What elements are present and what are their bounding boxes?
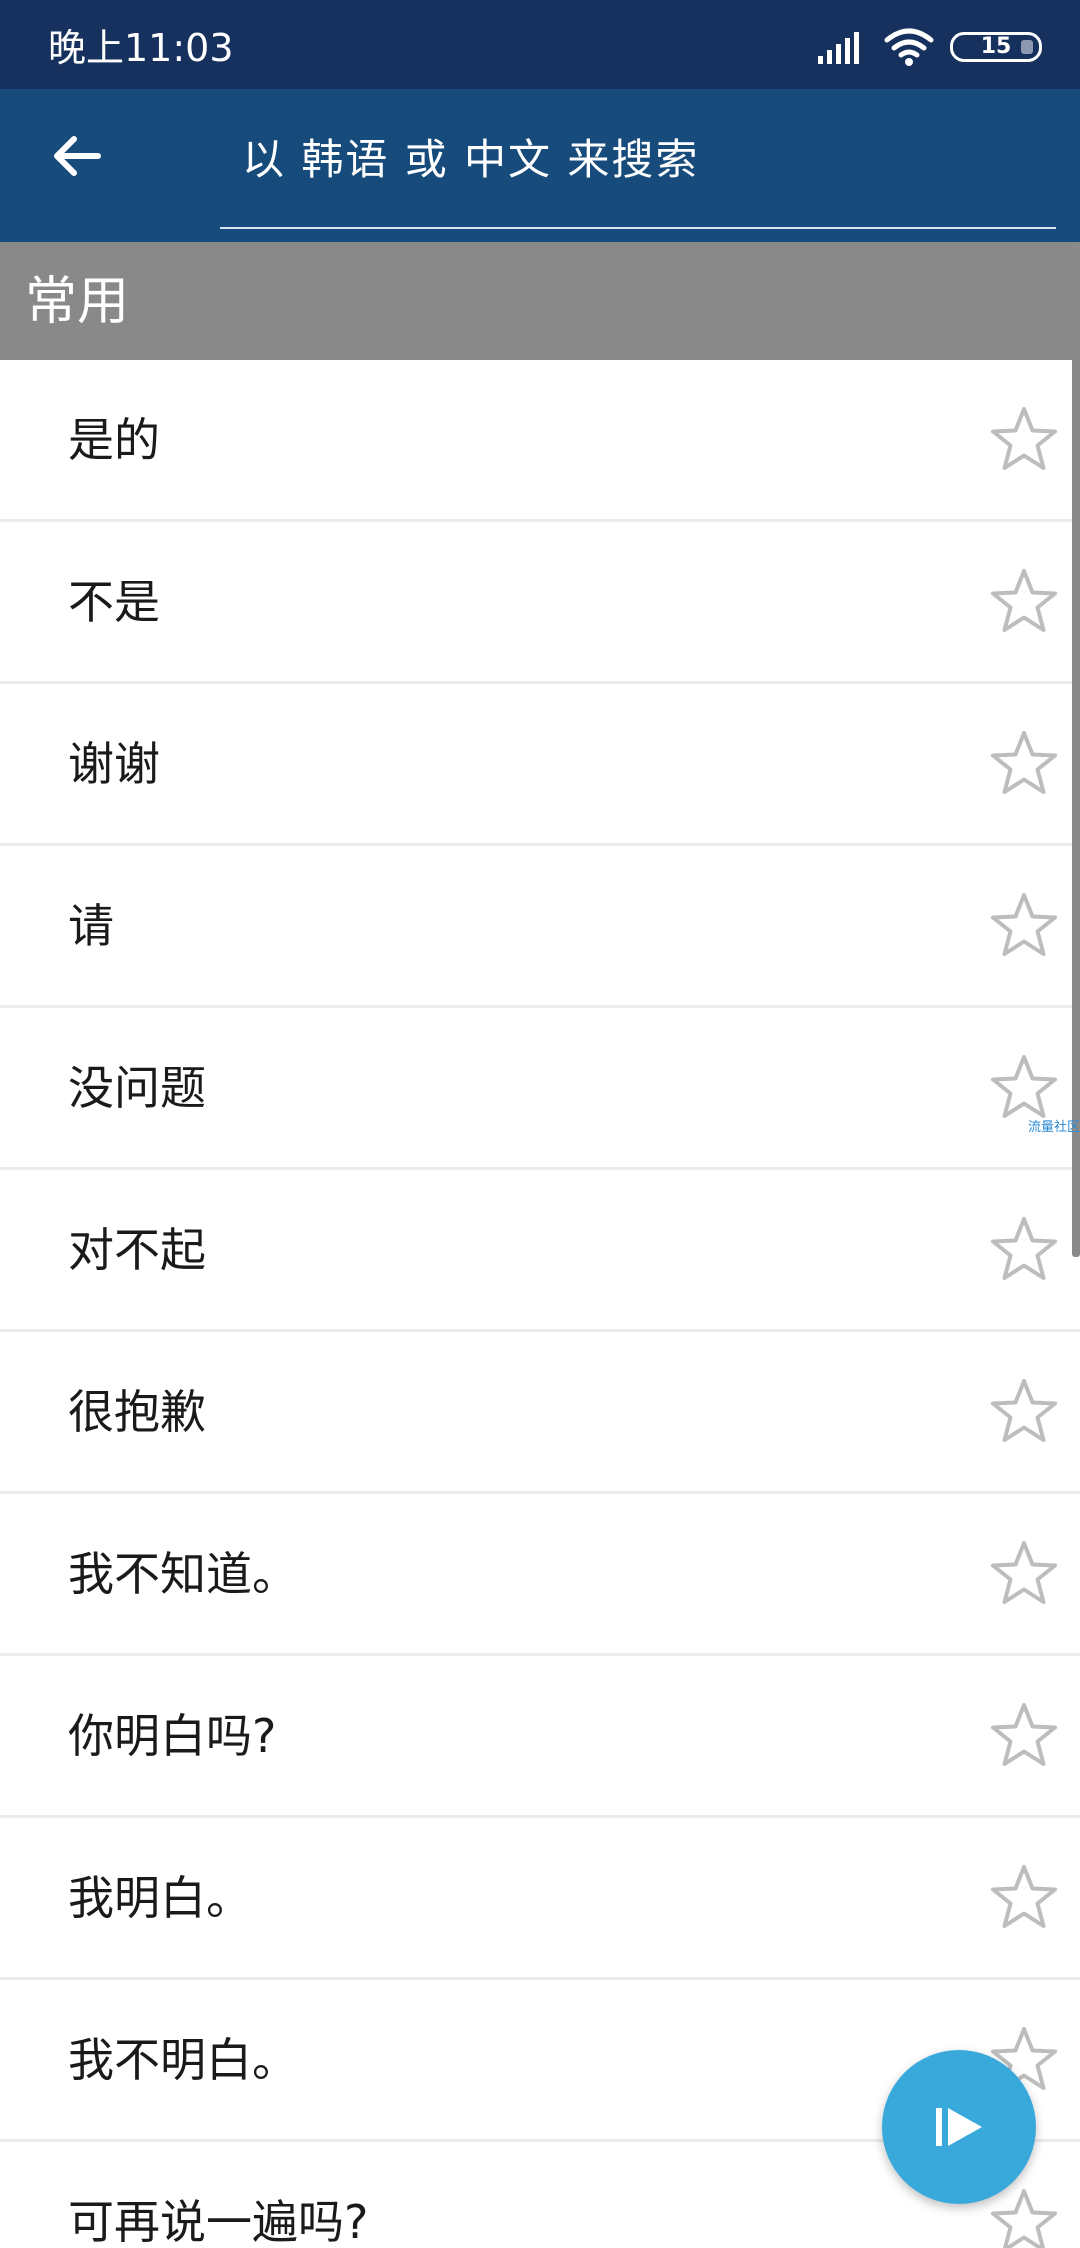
section-title: 常用 — [25, 272, 130, 332]
signal-icon — [818, 32, 859, 64]
search-underline — [220, 227, 1056, 229]
star-outline-icon[interactable] — [988, 1538, 1060, 1610]
star-outline-icon[interactable] — [988, 1052, 1060, 1124]
phrase-item[interactable]: 对不起 — [0, 1170, 1080, 1332]
phrase-item[interactable]: 谢谢 — [0, 684, 1080, 846]
watermark-text: 流量社区 — [1027, 1120, 1080, 1135]
screen: 晚上11:03 15 以 韩语 或 中文 来搜索 常用 是的 不是 谢谢 请 没… — [0, 0, 1080, 2248]
phrase-text: 不是 — [68, 575, 160, 629]
phrase-text: 我不明白。 — [68, 2033, 298, 2087]
phrase-list: 是的 不是 谢谢 请 没问题 对不起 很抱歉 我不知道。 你明白吗? 我明白。 … — [0, 360, 1080, 2248]
star-outline-icon[interactable] — [988, 2186, 1060, 2248]
status-bar: 晚上11:03 15 — [0, 0, 1080, 89]
phrase-item[interactable]: 很抱歉 — [0, 1332, 1080, 1494]
phrase-text: 请 — [68, 899, 114, 953]
phrase-text: 是的 — [68, 413, 160, 467]
section-header: 常用 — [0, 242, 1080, 360]
battery-fill — [1021, 40, 1033, 54]
phrase-item[interactable]: 没问题 — [0, 1008, 1080, 1170]
play-button[interactable] — [882, 2050, 1036, 2204]
star-outline-icon[interactable] — [988, 566, 1060, 638]
star-outline-icon[interactable] — [988, 1700, 1060, 1772]
phrase-item[interactable]: 我不知道。 — [0, 1494, 1080, 1656]
back-button[interactable] — [40, 119, 114, 193]
app-bar — [0, 89, 1080, 242]
star-outline-icon[interactable] — [988, 1862, 1060, 1934]
phrase-item[interactable]: 我明白。 — [0, 1818, 1080, 1980]
phrase-text: 没问题 — [68, 1061, 206, 1115]
phrase-text: 我不知道。 — [68, 1547, 298, 1601]
phrase-item[interactable]: 是的 — [0, 360, 1080, 522]
search-input[interactable] — [220, 125, 1056, 195]
battery-icon: 15 — [950, 32, 1042, 62]
phrase-text: 可再说一遍吗? — [68, 2195, 369, 2248]
phrase-item[interactable]: 不是 — [0, 522, 1080, 684]
phrase-item[interactable]: 请 — [0, 846, 1080, 1008]
phrase-text: 我明白。 — [68, 1871, 252, 1925]
phrase-text: 谢谢 — [68, 737, 160, 791]
phrase-text: 对不起 — [68, 1223, 206, 1277]
wifi-icon — [884, 28, 934, 66]
phrase-item[interactable]: 你明白吗? — [0, 1656, 1080, 1818]
scrollbar[interactable] — [1072, 242, 1080, 1257]
status-time: 晚上11:03 — [48, 26, 234, 70]
star-outline-icon[interactable] — [988, 1376, 1060, 1448]
phrase-text: 你明白吗? — [68, 1709, 277, 1763]
arrow-left-icon — [54, 136, 101, 176]
phrase-text: 很抱歉 — [68, 1385, 206, 1439]
play-icon — [936, 2108, 982, 2146]
star-outline-icon[interactable] — [988, 890, 1060, 962]
star-outline-icon[interactable] — [988, 404, 1060, 476]
star-outline-icon[interactable] — [988, 728, 1060, 800]
star-outline-icon[interactable] — [988, 1214, 1060, 1286]
